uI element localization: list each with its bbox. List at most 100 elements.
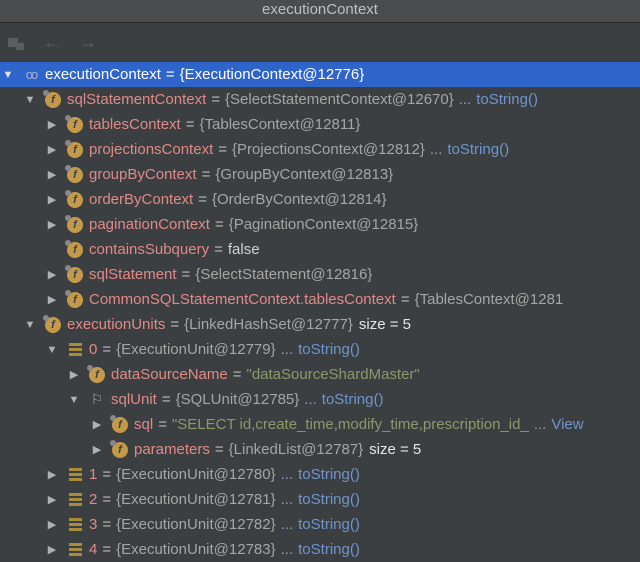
list-item-icon <box>66 541 84 559</box>
tree-row-datasourcename[interactable]: ▶ f dataSourceName = "dataSourceShardMaster" <box>0 362 640 387</box>
var-name: 3 <box>89 516 98 533</box>
ellipsis: ... <box>280 466 294 483</box>
field-icon: f <box>43 89 62 109</box>
equals: = <box>211 91 221 108</box>
expand-right-icon[interactable]: ▶ <box>46 518 58 531</box>
field-icon: f <box>43 314 62 334</box>
tostring-link[interactable]: toString() <box>322 391 384 408</box>
var-name: 2 <box>89 491 98 508</box>
expand-right-icon[interactable]: ▶ <box>46 268 58 281</box>
field-icon: f <box>65 189 84 209</box>
var-name: sqlUnit <box>111 391 157 408</box>
equals: = <box>170 316 180 333</box>
equals: = <box>158 416 167 433</box>
field-icon: f <box>110 414 129 434</box>
expand-right-icon[interactable]: ▶ <box>68 368 80 381</box>
equals: = <box>102 466 112 483</box>
tree-row-tablescontext[interactable]: ▶ f tablesContext = {TablesContext@12811} <box>0 112 640 137</box>
var-value: {TablesContext@1281 <box>414 291 564 308</box>
expand-right-icon[interactable]: ▶ <box>46 543 58 556</box>
var-name: orderByContext <box>89 191 194 208</box>
expand-down-icon[interactable]: ▼ <box>24 94 36 106</box>
field-icon: f <box>65 239 84 259</box>
tree-row-projectionscontext[interactable]: ▶ f projectionsContext = {ProjectionsContext… <box>0 137 640 162</box>
var-value: {SelectStatement@12816} <box>195 266 373 283</box>
equals: = <box>181 266 191 283</box>
expand-down-icon[interactable]: ▼ <box>2 69 14 81</box>
list-item-icon <box>66 491 84 509</box>
expand-down-icon[interactable]: ▼ <box>46 344 58 356</box>
tree-row-1[interactable]: ▶ 1 = {ExecutionUnit@12780}... toString() <box>0 462 640 487</box>
ellipsis: ... <box>280 516 294 533</box>
expand-down-icon[interactable]: ▼ <box>24 319 36 331</box>
tree-row-parameters[interactable]: ▶ f parameters = {LinkedList@12787} size = 5 <box>0 437 640 462</box>
var-value: {ExecutionUnit@12783} <box>116 541 276 558</box>
var-value: {LinkedList@12787} <box>228 441 364 458</box>
expand-right-icon[interactable]: ▶ <box>91 443 103 456</box>
tree-row-0[interactable]: ▼ 0 = {ExecutionUnit@12779}... toString() <box>0 337 640 362</box>
var-value: {ExecutionUnit@12781} <box>116 491 276 508</box>
restore-layout-icon[interactable] <box>6 33 26 53</box>
equals: = <box>102 541 112 558</box>
list-item-icon <box>66 341 84 359</box>
tree-row-4[interactable]: ▶ 4 = {ExecutionUnit@12783}... toString() <box>0 537 640 562</box>
var-value: {LinkedHashSet@12777} <box>184 316 353 333</box>
ellipsis: ... <box>280 541 294 558</box>
expand-right-icon[interactable]: ▶ <box>46 118 58 131</box>
ellipsis: ... <box>304 391 317 408</box>
expand-right-icon[interactable]: ▶ <box>46 143 58 156</box>
var-value: {TablesContext@12811} <box>199 116 361 133</box>
var-value: {ExecutionUnit@12782} <box>116 516 276 533</box>
tree-row-sqlunit[interactable]: ▼ ⚐ sqlUnit = {SQLUnit@12785}... toString() <box>0 387 640 412</box>
var-name: executionContext <box>45 66 161 83</box>
expand-right-icon[interactable]: ▶ <box>46 293 58 306</box>
tostring-link[interactable]: toString() <box>298 466 360 483</box>
equals: = <box>218 141 227 158</box>
var-value: {SelectStatementContext@12670} <box>225 91 454 108</box>
field-icon: f <box>65 214 84 234</box>
tree-row-commonsqlstatementcontext-tablescontext[interactable]: ▶ f CommonSQLStatementContext.tablesContex… <box>0 287 640 312</box>
tree-row-3[interactable]: ▶ 3 = {ExecutionUnit@12782}... toString() <box>0 512 640 537</box>
size-label: size = 5 <box>369 441 422 458</box>
list-item-icon <box>66 516 84 534</box>
expand-right-icon[interactable]: ▶ <box>46 218 58 231</box>
back-arrow-icon[interactable]: ← <box>42 32 62 53</box>
var-name: sqlStatement <box>89 266 177 283</box>
equals: = <box>201 166 211 183</box>
field-icon: f <box>110 439 129 459</box>
tree-row-2[interactable]: ▶ 2 = {ExecutionUnit@12781}... toString() <box>0 487 640 512</box>
var-name: paginationContext <box>89 216 210 233</box>
view-link[interactable]: View <box>551 416 583 433</box>
tostring-link[interactable]: toString() <box>298 516 360 533</box>
tree-row-executioncontext[interactable]: ▼ oo executionContext = {ExecutionContext@12… <box>0 62 640 87</box>
tostring-link[interactable]: toString() <box>298 341 360 358</box>
tree-row-orderbycontext[interactable]: ▶ f orderByContext = {OrderByContext@12814} <box>0 187 640 212</box>
window-title: executionContext <box>0 0 640 23</box>
expand-right-icon[interactable]: ▶ <box>91 418 103 431</box>
tostring-link[interactable]: toString() <box>298 541 360 558</box>
expand-right-icon[interactable]: ▶ <box>46 493 58 506</box>
tree-row-containssubquery[interactable]: f containsSubquery = false <box>0 237 640 262</box>
tree-row-sqlstatement[interactable]: ▶ f sqlStatement = {SelectStatement@12816} <box>0 262 640 287</box>
flag-icon: ⚐ <box>90 391 104 407</box>
var-name: executionUnits <box>67 316 166 333</box>
watch-glasses-icon: oo <box>25 67 38 82</box>
equals: = <box>102 516 112 533</box>
field-icon: f <box>65 139 84 159</box>
var-name: groupByContext <box>89 166 197 183</box>
expand-down-icon[interactable]: ▼ <box>68 394 80 406</box>
var-name: 1 <box>89 466 98 483</box>
tree-row-groupbycontext[interactable]: ▶ f groupByContext = {GroupByContext@12813} <box>0 162 640 187</box>
tree-row-sqlstatementcontext[interactable]: ▼ f sqlStatementContext = {SelectStatementCo… <box>0 87 640 112</box>
expand-right-icon[interactable]: ▶ <box>46 193 58 206</box>
forward-arrow-icon[interactable]: → <box>78 32 98 53</box>
equals: = <box>400 291 410 308</box>
expand-right-icon[interactable]: ▶ <box>46 168 58 181</box>
tree-row-paginationcontext[interactable]: ▶ f paginationContext = {PaginationContext@1… <box>0 212 640 237</box>
tostring-link[interactable]: toString() <box>476 91 538 108</box>
tostring-link[interactable]: toString() <box>447 141 509 158</box>
tree-row-executionunits[interactable]: ▼ f executionUnits = {LinkedHashSet@12777} si… <box>0 312 640 337</box>
tree-row-sql[interactable]: ▶ f sql = "SELECT id,create_time,modify_time… <box>0 412 640 437</box>
expand-right-icon[interactable]: ▶ <box>46 468 58 481</box>
tostring-link[interactable]: toString() <box>298 491 360 508</box>
